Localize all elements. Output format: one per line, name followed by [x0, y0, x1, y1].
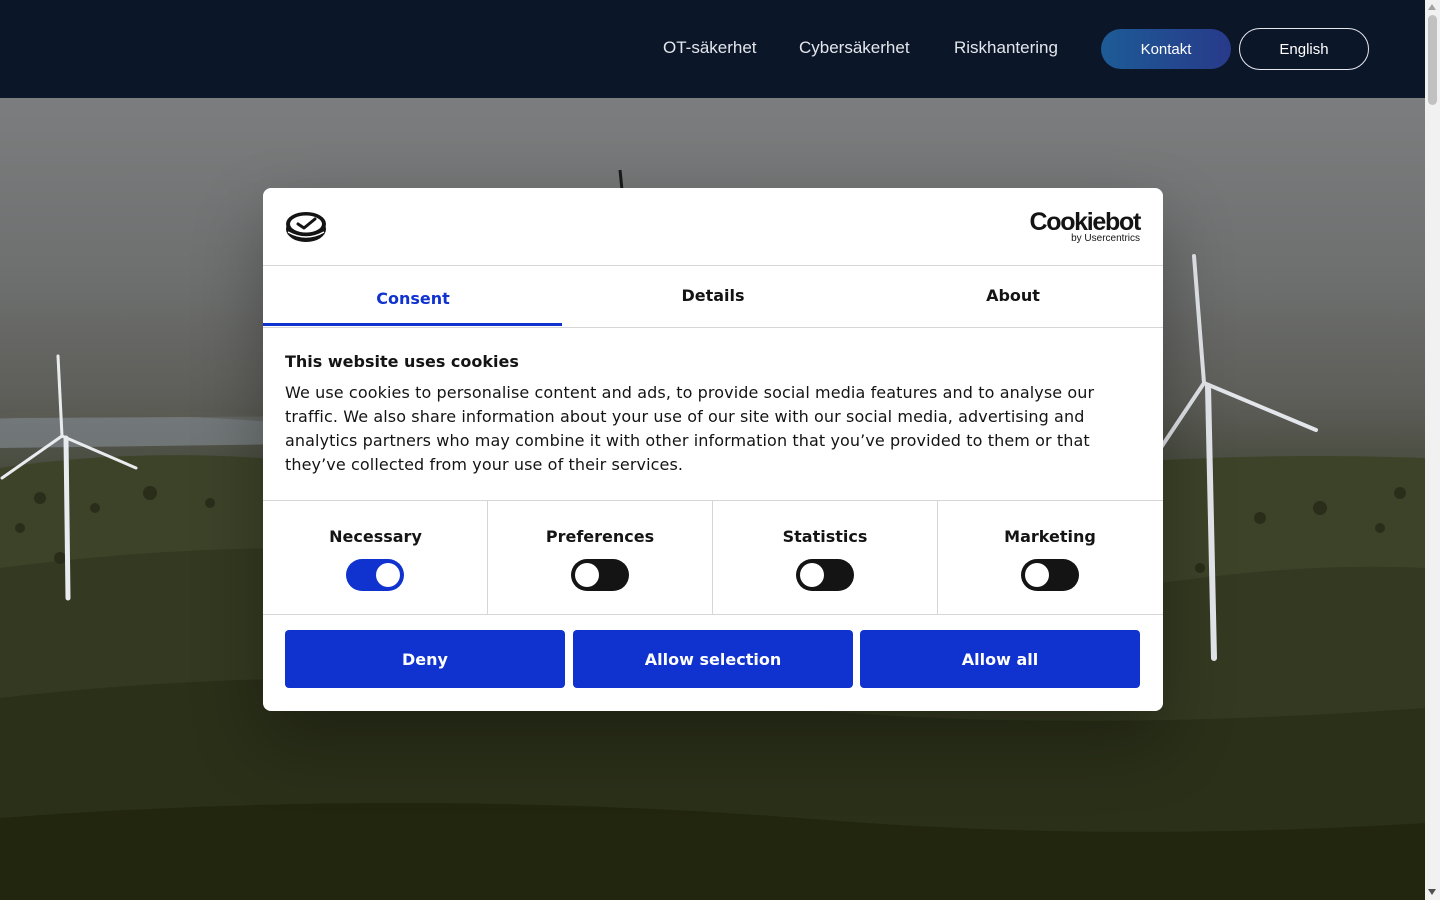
toggle-cell-marketing: Marketing — [937, 501, 1162, 614]
dialog-title: This website uses cookies — [285, 352, 519, 371]
scroll-up-arrow-icon[interactable] — [1428, 4, 1436, 10]
toggle-label-marketing: Marketing — [1004, 527, 1096, 546]
scroll-down-arrow-icon[interactable] — [1428, 889, 1436, 895]
toggle-cell-necessary: Necessary — [263, 501, 488, 614]
nav-link-cybersecurity[interactable]: Cybersäkerhet — [799, 38, 910, 58]
allow-all-button[interactable]: Allow all — [860, 630, 1140, 688]
toggle-label-necessary: Necessary — [329, 527, 422, 546]
toggle-knob — [376, 563, 400, 587]
nav-link-risk-management[interactable]: Riskhantering — [954, 38, 1058, 58]
toggle-knob — [1025, 563, 1049, 587]
active-tab-indicator — [263, 323, 562, 326]
toggle-knob — [800, 563, 824, 587]
dialog-header: Cookiebot by Usercentrics — [263, 188, 1163, 266]
allow-selection-button[interactable]: Allow selection — [573, 630, 853, 688]
toggle-marketing[interactable] — [1021, 559, 1079, 591]
cookie-consent-dialog: Cookiebot by Usercentrics Consent Detail… — [263, 188, 1163, 711]
toggle-knob — [575, 563, 599, 587]
toggle-cell-preferences: Preferences — [487, 501, 712, 614]
tab-about[interactable]: About — [863, 266, 1163, 328]
contact-button[interactable]: Kontakt — [1101, 29, 1231, 69]
cookiebot-logomark-icon — [286, 212, 326, 242]
dialog-description: We use cookies to personalise content an… — [285, 383, 1095, 474]
toggle-preferences[interactable] — [571, 559, 629, 591]
toggle-cell-statistics: Statistics — [712, 501, 937, 614]
page-scrollbar[interactable] — [1425, 0, 1440, 900]
toggle-statistics[interactable] — [796, 559, 854, 591]
scrollbar-thumb[interactable] — [1428, 15, 1437, 105]
language-button[interactable]: English — [1239, 28, 1369, 70]
site-header: OT-säkerhet Cybersäkerhet Riskhantering … — [0, 0, 1425, 98]
cookiebot-brand-logo: Cookiebot by Usercentrics — [1029, 208, 1141, 244]
dialog-tabs: Consent Details About — [263, 266, 1163, 328]
tab-details[interactable]: Details — [563, 266, 863, 328]
deny-button[interactable]: Deny — [285, 630, 565, 688]
toggle-label-statistics: Statistics — [782, 527, 868, 546]
brand-name: Cookiebot — [1029, 208, 1141, 236]
toggle-necessary[interactable] — [346, 559, 404, 591]
consent-toggles: Necessary Preferences Statistics Marketi… — [263, 500, 1163, 615]
nav-link-ot-security[interactable]: OT-säkerhet — [663, 38, 757, 58]
tab-consent[interactable]: Consent — [263, 266, 563, 328]
toggle-label-preferences: Preferences — [545, 527, 655, 546]
